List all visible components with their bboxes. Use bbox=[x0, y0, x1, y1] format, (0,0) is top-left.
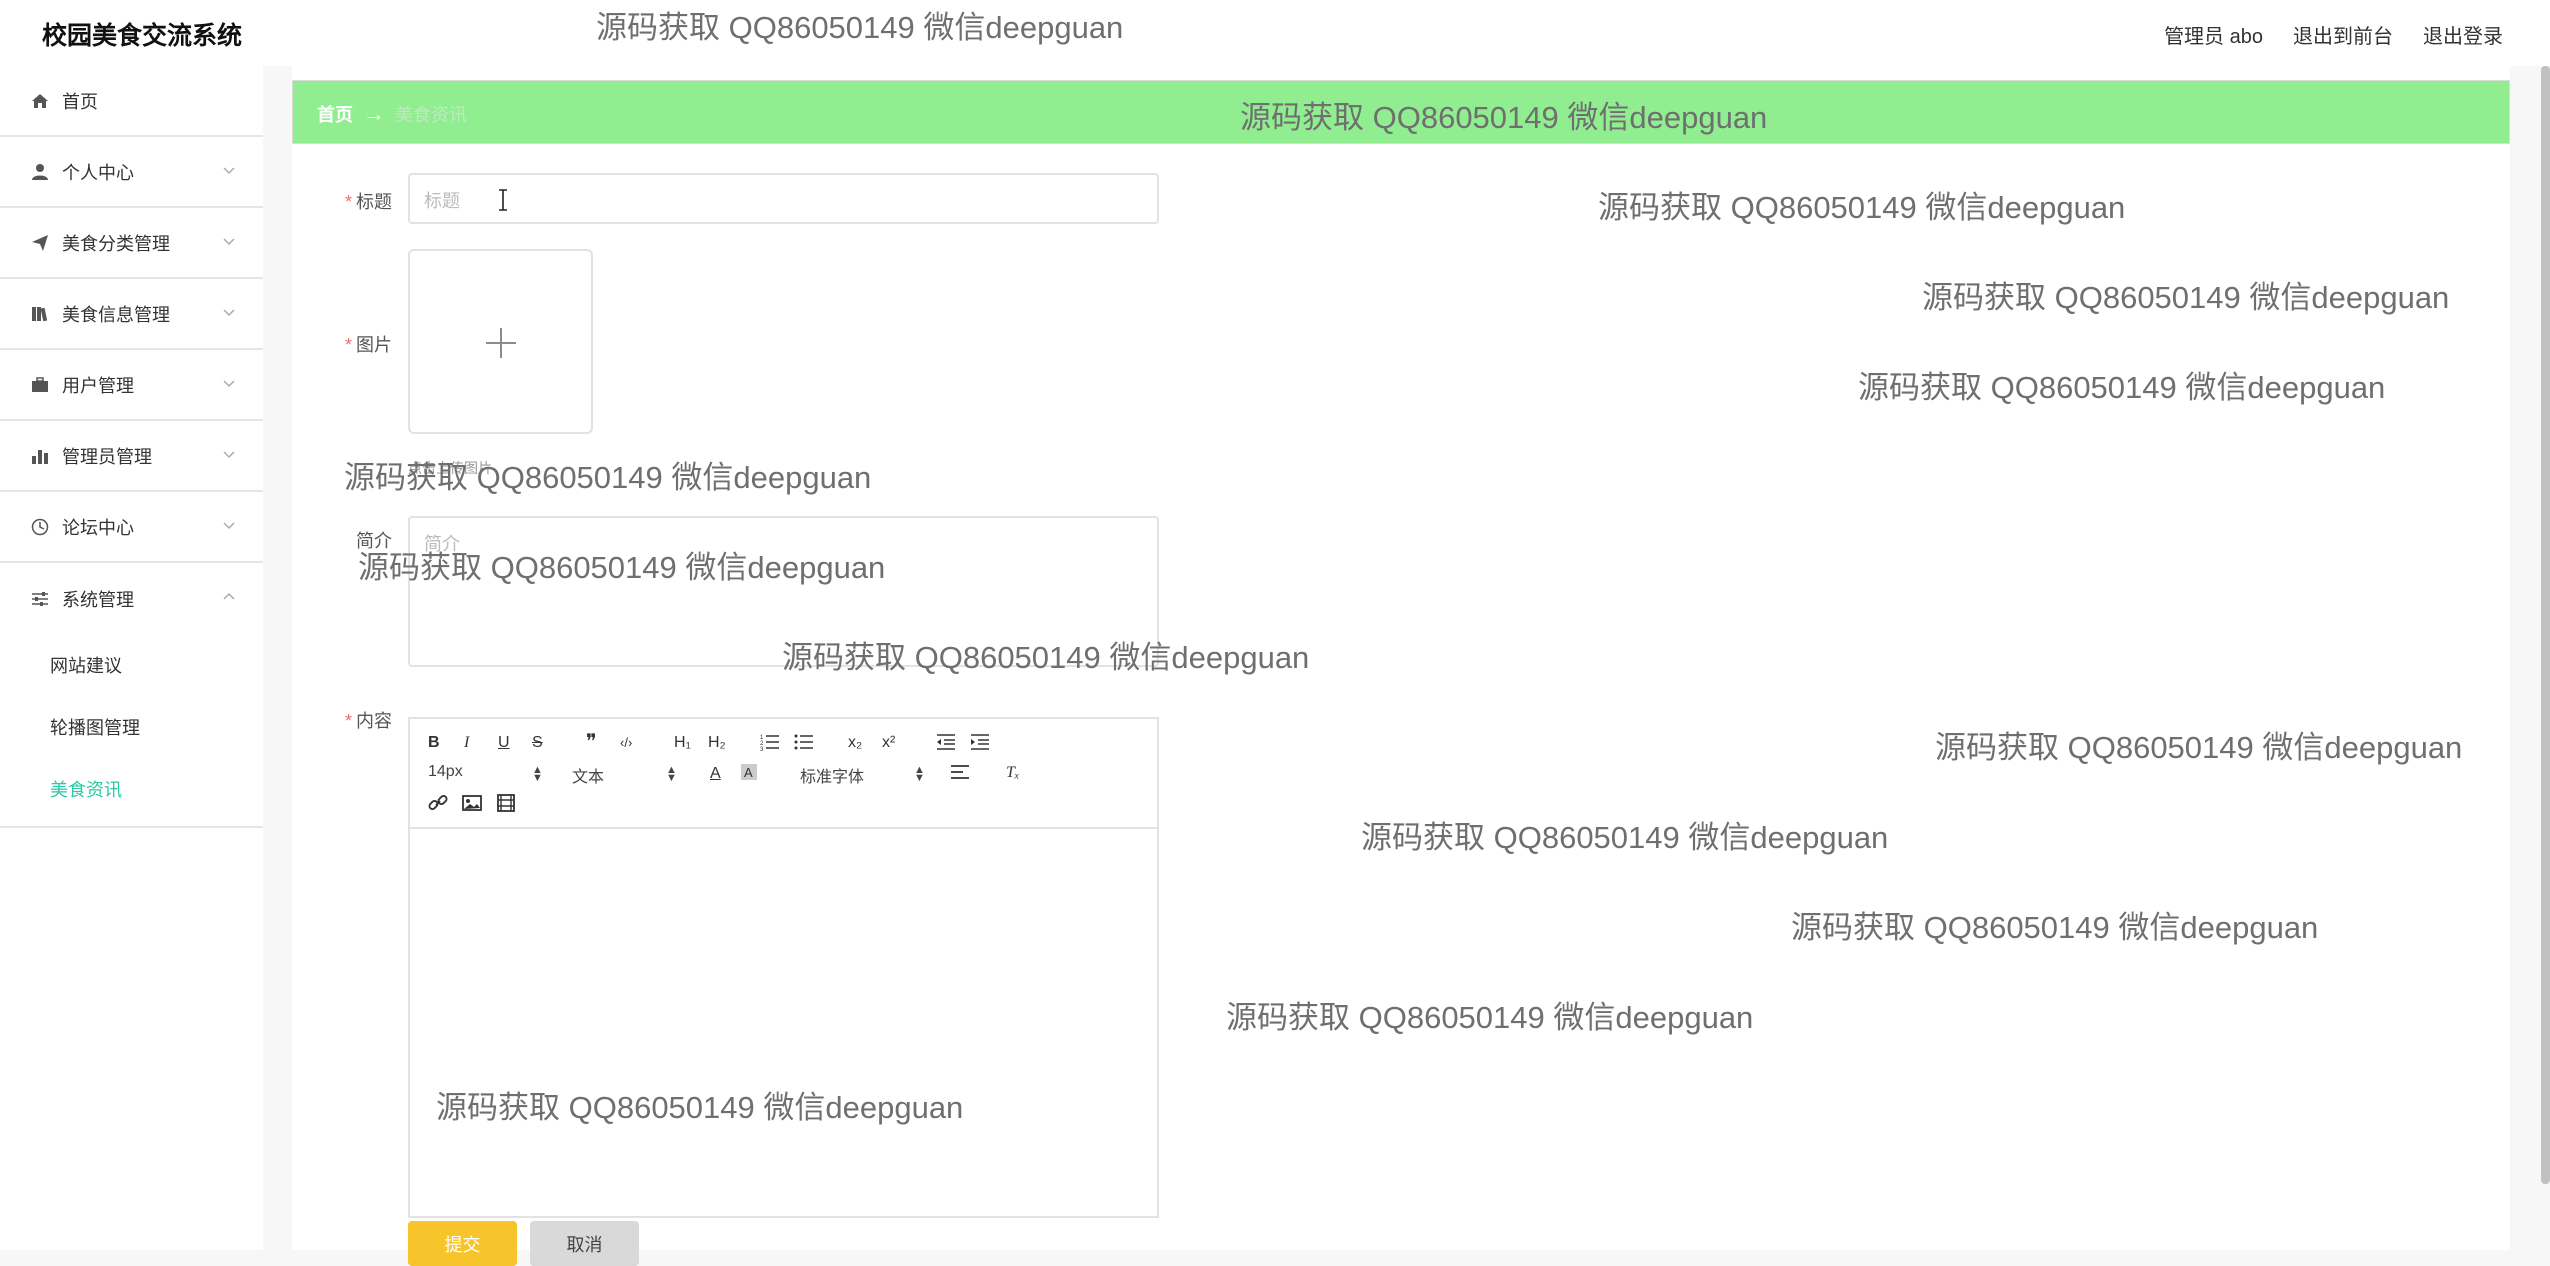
chevron-up-icon bbox=[223, 592, 235, 600]
intro-label: 简介 bbox=[356, 531, 392, 551]
breadcrumb-home[interactable]: 首页 bbox=[317, 101, 353, 127]
title-label: * 标题 bbox=[344, 192, 392, 212]
breadcrumb-bar: 首页 → 美食资讯 bbox=[292, 80, 2510, 144]
code-block-button[interactable]: ‹/› bbox=[620, 733, 632, 753]
sidebar-item-user-management[interactable]: 用户管理 bbox=[0, 350, 263, 421]
sidebar-item-label: 个人中心 bbox=[62, 162, 134, 183]
sidebar-item-home[interactable]: 首页 bbox=[0, 66, 263, 137]
chevron-down-icon bbox=[223, 309, 235, 317]
svg-text:3: 3 bbox=[760, 747, 764, 751]
sidebar-item-food-info[interactable]: 美食信息管理 bbox=[0, 279, 263, 350]
font-family-select[interactable]: 标准字体 ▲ ▼ bbox=[800, 763, 930, 787]
sidebar-item-forum[interactable]: 论坛中心 bbox=[0, 492, 263, 563]
logout-link[interactable]: 退出登录 bbox=[2423, 20, 2503, 49]
bullet-list-icon[interactable] bbox=[794, 733, 814, 757]
briefcase-icon bbox=[30, 375, 50, 395]
chevron-down-icon bbox=[223, 451, 235, 459]
rich-text-editor: B I U S ❞ ‹/› H₁ H₂ 123 x₂ x² 14px ▲ ▼ 文… bbox=[408, 717, 1159, 1218]
sidebar-item-system-management[interactable]: 系统管理 bbox=[0, 563, 263, 634]
submenu-item-food-news[interactable]: 美食资讯 bbox=[0, 758, 263, 820]
underline-button[interactable]: U bbox=[498, 733, 510, 753]
header-links: 管理员 abo 退出到前台 退出登录 bbox=[2164, 20, 2503, 49]
text-color-icon[interactable]: A bbox=[710, 764, 721, 784]
sidebar-item-food-category[interactable]: 美食分类管理 bbox=[0, 208, 263, 279]
ordered-list-icon[interactable]: 123 bbox=[760, 733, 780, 757]
image-label: * 图片 bbox=[344, 335, 392, 355]
select-caret-icon: ▲ ▼ bbox=[666, 764, 677, 784]
books-icon bbox=[30, 304, 50, 324]
upload-tip: 点击上传图片 bbox=[408, 460, 492, 476]
main-content: 首页 → 美食资讯 * 标题 标题 * 图片 点击上传图片 简介 简介 * 内容 B … bbox=[292, 66, 2510, 1266]
text-cursor-icon bbox=[499, 189, 507, 211]
text-style-select[interactable]: 文本 ▲ ▼ bbox=[572, 763, 682, 787]
chevron-down-icon bbox=[223, 380, 235, 388]
bold-button[interactable]: B bbox=[428, 733, 440, 753]
breadcrumb: 首页 → 美食资讯 bbox=[317, 101, 467, 127]
exit-to-front-link[interactable]: 退出到前台 bbox=[2293, 20, 2393, 49]
cancel-button[interactable]: 取消 bbox=[530, 1221, 639, 1266]
sidebar-item-personal-center[interactable]: 个人中心 bbox=[0, 137, 263, 208]
sidebar-item-label: 美食分类管理 bbox=[62, 233, 170, 254]
submit-button[interactable]: 提交 bbox=[408, 1221, 517, 1266]
select-caret-icon: ▲ ▼ bbox=[532, 764, 543, 784]
admin-user-label: 管理员 abo bbox=[2164, 26, 2263, 48]
background-color-icon[interactable]: A bbox=[740, 763, 758, 787]
chevron-down-icon bbox=[223, 167, 235, 175]
image-insert-icon[interactable] bbox=[462, 794, 482, 818]
system-management-submenu: 网站建议 轮播图管理 美食资讯 bbox=[0, 634, 263, 828]
image-upload-button[interactable] bbox=[408, 249, 593, 434]
arrow-right-icon: → bbox=[363, 101, 385, 126]
sidebar-item-admin-management[interactable]: 管理员管理 bbox=[0, 421, 263, 492]
align-icon[interactable] bbox=[950, 764, 970, 786]
top-header: 校园美食交流系统 管理员 abo 退出到前台 退出登录 bbox=[0, 0, 2550, 66]
bar-chart-icon bbox=[30, 446, 50, 466]
video-insert-icon[interactable] bbox=[496, 794, 516, 818]
clear-format-button[interactable]: Tₓ bbox=[1006, 763, 1019, 783]
font-size-select[interactable]: 14px ▲ ▼ bbox=[428, 763, 543, 784]
subscript-button[interactable]: x₂ bbox=[848, 733, 862, 753]
title-input[interactable]: 标题 bbox=[408, 173, 1159, 224]
submenu-item-site-suggestions[interactable]: 网站建议 bbox=[0, 634, 263, 696]
home-icon bbox=[30, 91, 50, 111]
vertical-scrollbar[interactable] bbox=[2541, 66, 2550, 1184]
editor-content-area[interactable] bbox=[410, 831, 1157, 1216]
sidebar-item-label: 系统管理 bbox=[62, 589, 134, 610]
app-title: 校园美食交流系统 bbox=[42, 22, 243, 50]
user-icon bbox=[30, 162, 50, 182]
sidebar-item-label: 用户管理 bbox=[62, 375, 134, 396]
sidebar-item-label: 首页 bbox=[62, 91, 98, 112]
outdent-icon[interactable] bbox=[936, 733, 956, 757]
editor-toolbar: B I U S ❞ ‹/› H₁ H₂ 123 x₂ x² 14px ▲ ▼ 文… bbox=[410, 719, 1157, 829]
indent-icon[interactable] bbox=[970, 733, 990, 757]
select-caret-icon: ▲ ▼ bbox=[914, 764, 925, 784]
sliders-icon bbox=[30, 589, 50, 609]
heading-2-button[interactable]: H₂ bbox=[708, 733, 726, 753]
sidebar: 首页 个人中心 美食分类管理 美食信息管理 用户管理 管理员管理 论坛中心 系统… bbox=[0, 66, 263, 1250]
chevron-down-icon bbox=[223, 522, 235, 530]
submenu-item-carousel-management[interactable]: 轮播图管理 bbox=[0, 696, 263, 758]
strikethrough-button[interactable]: S bbox=[532, 733, 543, 753]
intro-textarea[interactable]: 简介 bbox=[408, 516, 1159, 667]
svg-text:A: A bbox=[744, 765, 753, 780]
italic-button[interactable]: I bbox=[464, 733, 469, 753]
chevron-down-icon bbox=[223, 238, 235, 246]
superscript-button[interactable]: x² bbox=[882, 733, 895, 753]
sidebar-item-label: 论坛中心 bbox=[62, 517, 134, 538]
heading-1-button[interactable]: H₁ bbox=[674, 733, 691, 753]
send-icon bbox=[30, 233, 50, 253]
breadcrumb-current: 美食资讯 bbox=[395, 105, 467, 125]
link-icon[interactable] bbox=[428, 794, 448, 818]
sidebar-item-label: 管理员管理 bbox=[62, 446, 152, 467]
content-label: * 内容 bbox=[344, 711, 392, 731]
blockquote-button[interactable]: ❞ bbox=[586, 732, 597, 752]
sidebar-item-label: 美食信息管理 bbox=[62, 304, 170, 325]
clock-icon bbox=[30, 517, 50, 537]
